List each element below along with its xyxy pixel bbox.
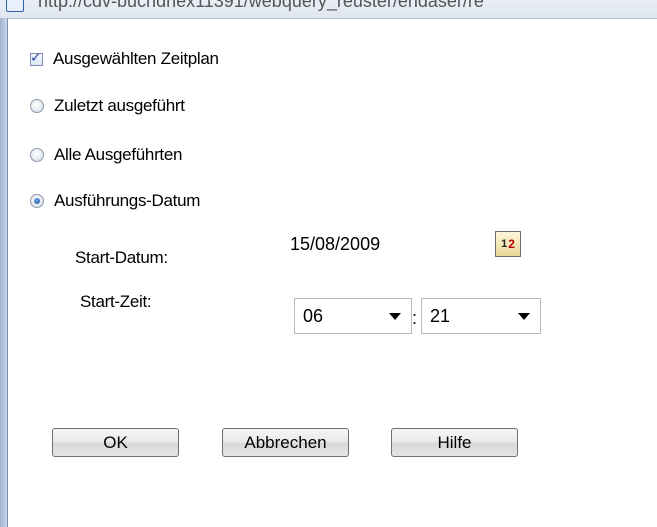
help-button[interactable]: Hilfe [391, 428, 518, 457]
calendar-icon[interactable]: 12 [495, 231, 521, 257]
selected-schedule-label: Ausgewählten Zeitplan [53, 49, 219, 68]
last-run-label: Zuletzt ausgeführt [54, 96, 185, 115]
chevron-down-icon[interactable] [389, 312, 401, 320]
all-runs-option[interactable]: Alle Ausgeführten [30, 144, 182, 166]
selected-schedule-option[interactable]: ✓ Ausgewählten Zeitplan [30, 48, 219, 70]
address-bar: http://cdv-buchdrlex11391/webquery_reust… [0, 0, 657, 19]
url-text: http://cdv-buchdrlex11391/webquery_reust… [38, 0, 484, 11]
cancel-button[interactable]: Abbrechen [222, 428, 349, 457]
minute-select[interactable]: 21 [421, 298, 541, 334]
dialog-window: http://cdv-buchdrlex11391/webquery_reust… [0, 0, 657, 527]
run-date-radio[interactable] [30, 194, 44, 208]
last-run-radio[interactable] [30, 99, 44, 113]
run-date-option[interactable]: Ausführungs-Datum [30, 190, 200, 212]
start-date-input[interactable]: 15/08/2009 [287, 227, 492, 261]
run-date-label: Ausführungs-Datum [54, 191, 201, 210]
start-time-label: Start-Zeit: [80, 292, 152, 311]
all-runs-radio[interactable] [30, 148, 44, 162]
check-icon: ✓ [30, 48, 42, 65]
window-frame-left [0, 18, 8, 527]
minute-value: 21 [430, 305, 451, 326]
chevron-down-icon[interactable] [518, 312, 530, 320]
ok-button[interactable]: OK [52, 428, 179, 457]
hour-value: 06 [303, 305, 324, 326]
last-run-option[interactable]: Zuletzt ausgeführt [30, 95, 185, 117]
selected-schedule-checkbox[interactable]: ✓ [30, 49, 43, 66]
hour-select[interactable]: 06 [294, 298, 412, 334]
all-runs-label: Alle Ausgeführten [54, 145, 183, 164]
page-icon [6, 0, 24, 12]
time-separator: : [412, 308, 418, 328]
start-date-label: Start-Datum: [75, 248, 168, 267]
